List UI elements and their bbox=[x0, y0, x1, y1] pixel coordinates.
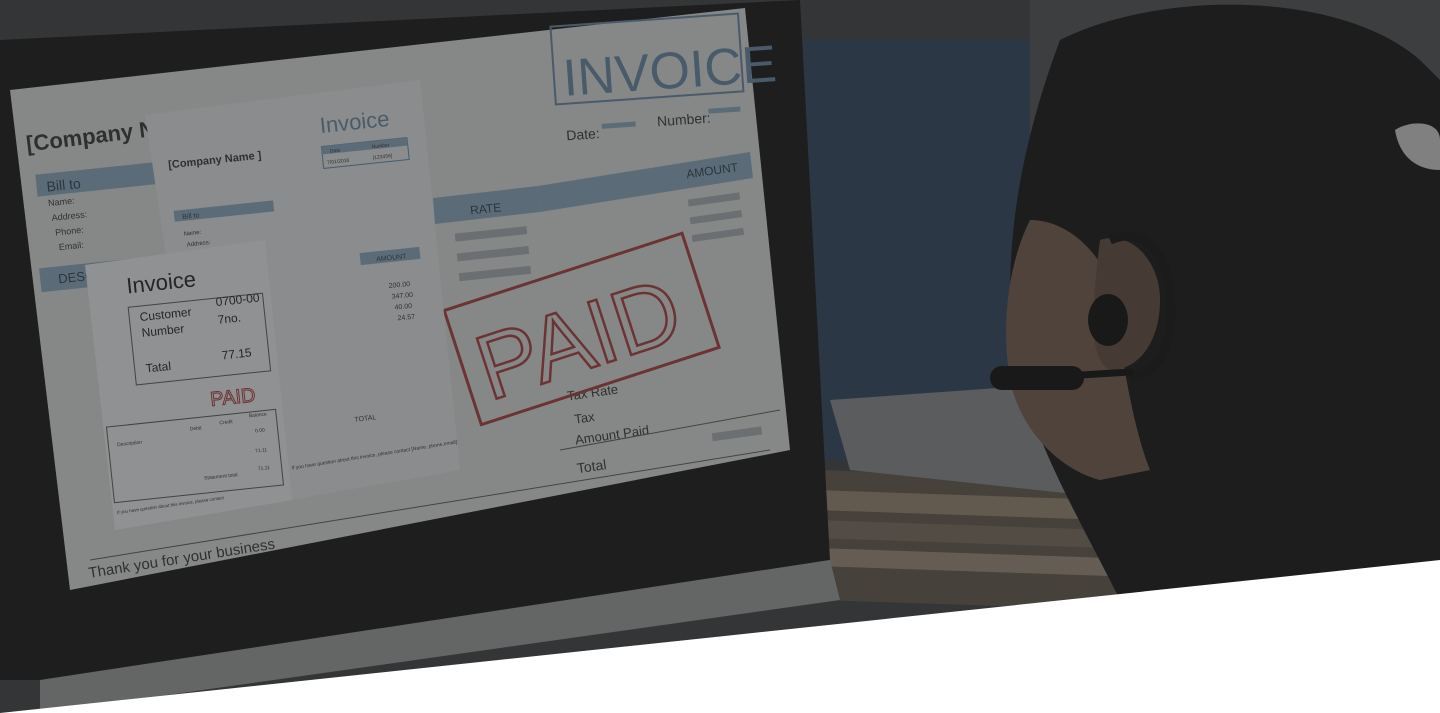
hero-photo: INVOICE Date: Number: [Company Name ] Bi… bbox=[0, 0, 1440, 713]
hero-banner: INVOICE Date: Number: [Company Name ] Bi… bbox=[0, 0, 1440, 713]
